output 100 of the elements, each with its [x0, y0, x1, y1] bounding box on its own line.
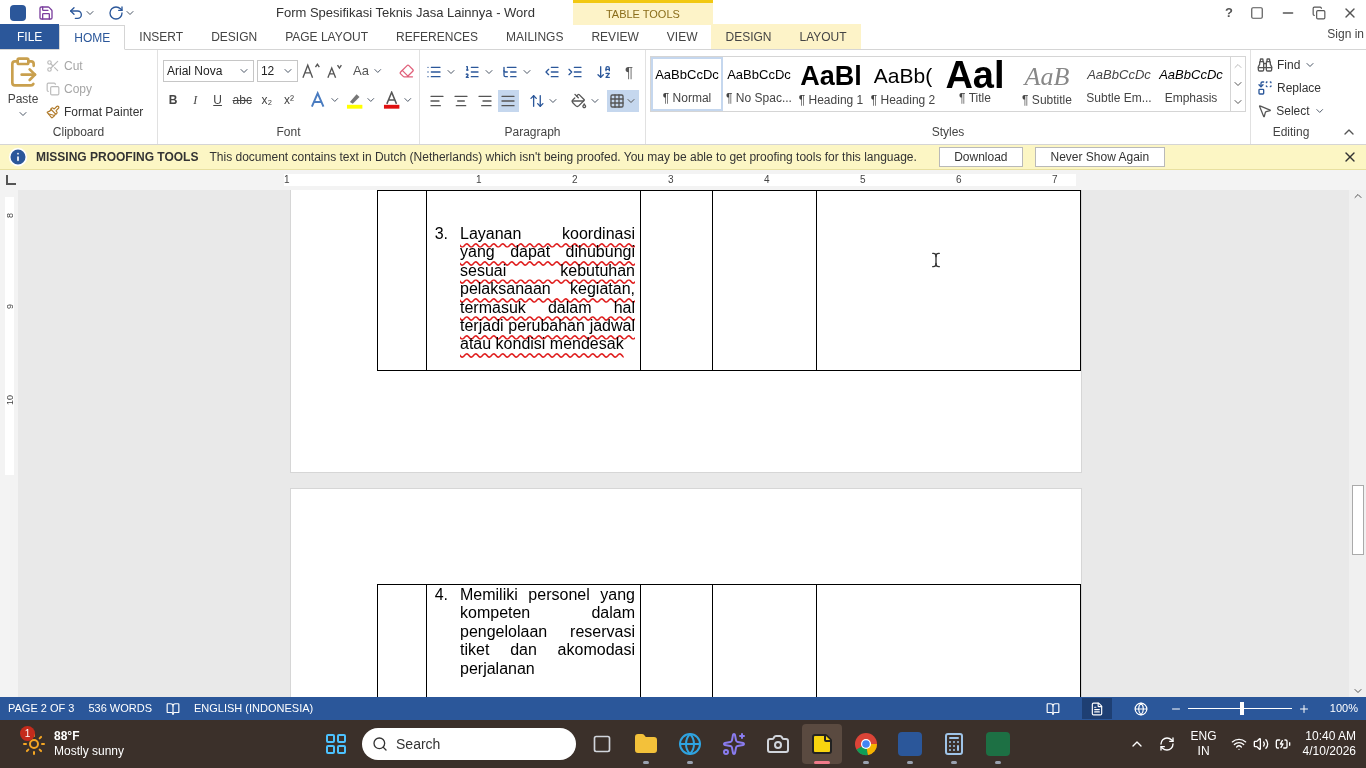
temperature[interactable]: 88°F [54, 729, 125, 744]
format-button[interactable]: x₂ [256, 91, 277, 109]
style-preview: AaBbCcDc [1087, 66, 1151, 85]
camera-icon [766, 732, 791, 756]
replace-icon [1257, 80, 1273, 96]
highlight-icon[interactable] [346, 91, 364, 109]
text-effects-icon[interactable] [309, 91, 327, 109]
zoom-slider-thumb[interactable] [1239, 702, 1244, 715]
format-painter-button[interactable]: Format Painter [64, 103, 144, 121]
proofing-icon[interactable] [166, 701, 180, 716]
style-preview: AaBl [800, 61, 862, 91]
find-button[interactable]: Find [1277, 56, 1301, 74]
ribbon-tab[interactable]: REFERENCES [382, 24, 493, 49]
message-text: This document contains text in Dutch (Netherlands) which isn't being proofed. You may be able to get proofing tools for this language. [209, 149, 917, 166]
copy-icon [46, 82, 60, 96]
select-button[interactable]: Select [1276, 102, 1310, 120]
format-button[interactable]: abc [229, 91, 255, 109]
page-count[interactable]: PAGE 2 OF 3 [8, 700, 75, 717]
restore-icon[interactable] [1312, 5, 1326, 20]
help-button[interactable]: ? [1214, 2, 1244, 23]
replace-button[interactable]: Replace [1277, 79, 1322, 97]
style-item[interactable]: AaBbCcDc ¶ No Spac... [723, 57, 795, 111]
ribbon-tab[interactable]: PAGE LAYOUT [271, 24, 383, 49]
word-count[interactable]: 536 WORDS [88, 700, 152, 717]
sync-icon[interactable] [1158, 736, 1175, 752]
message-button[interactable]: Download [938, 147, 1023, 167]
save-icon[interactable] [38, 4, 54, 21]
ribbon-display-icon[interactable] [1250, 5, 1264, 20]
ribbon-tab[interactable]: REVIEW [577, 24, 653, 49]
notification-badge: 1 [20, 726, 35, 741]
scrollbar-thumb[interactable] [1351, 485, 1364, 555]
tab-selector-icon[interactable] [6, 175, 16, 185]
ribbon-tab[interactable]: HOME [59, 25, 126, 50]
sort-icon[interactable] [596, 64, 612, 81]
change-case-button[interactable]: Aa [353, 61, 369, 81]
shrink-font-icon[interactable] [324, 62, 345, 80]
style-name: ¶ Heading 1 [798, 92, 864, 109]
format-button[interactable]: x² [279, 91, 300, 109]
style-item[interactable]: Aal ¶ Title [939, 57, 1011, 111]
borders-icon [609, 92, 625, 109]
font-color-icon[interactable] [383, 91, 401, 109]
style-item[interactable]: AaBbCcDc Subtle Em... [1083, 57, 1155, 111]
numbering-icon[interactable] [464, 64, 480, 81]
message-button[interactable]: Never Show Again [1034, 147, 1165, 167]
style-name: Subtle Em... [1086, 90, 1152, 107]
ribbon-tab[interactable]: LAYOUT [785, 24, 861, 49]
ribbon-tab[interactable]: FILE [0, 24, 60, 49]
shading-icon[interactable] [571, 92, 588, 109]
style-preview: Aal [945, 61, 1005, 89]
font-name-field[interactable]: Arial Nova [163, 60, 254, 82]
style-item[interactable]: AaBl ¶ Heading 1 [795, 57, 867, 111]
search-icon [372, 736, 389, 752]
redo-icon[interactable] [108, 4, 124, 21]
align-button[interactable] [497, 89, 520, 112]
task-view-icon [592, 734, 613, 754]
window-title: Form Spesifikasi Teknis Jasa Lainnya - Word [276, 3, 535, 22]
group-label: Editing [1271, 124, 1311, 141]
format-button[interactable]: U [207, 91, 228, 109]
ribbon-tab[interactable]: INSERT [125, 24, 198, 49]
sticky-note-icon [810, 732, 835, 756]
style-item[interactable]: AaBbCcDc ¶ Normal [651, 57, 723, 111]
line-spacing-icon[interactable] [529, 92, 546, 109]
weather-condition[interactable]: Mostly sunny [54, 744, 125, 759]
format-button[interactable]: B [163, 91, 184, 109]
zoom-in-icon[interactable] [1297, 702, 1310, 715]
grow-font-icon[interactable] [300, 62, 322, 80]
ruler-number: 2 [572, 174, 579, 186]
ribbon-tab[interactable]: DESIGN [711, 24, 786, 49]
clear-formatting-icon[interactable] [398, 63, 414, 79]
clock-time[interactable]: 10:40 AM [1305, 729, 1356, 744]
clock-date[interactable]: 4/10/2026 [1302, 744, 1356, 759]
show-formatting-button[interactable]: ¶ [625, 61, 634, 84]
running-indicator [951, 761, 958, 764]
style-name: ¶ Normal [662, 90, 712, 107]
undo-icon[interactable] [68, 4, 84, 21]
view-button[interactable] [1081, 698, 1112, 719]
language-status[interactable]: ENGLISH (INDONESIA) [194, 700, 314, 717]
volume-icon[interactable] [1252, 736, 1269, 752]
search-field[interactable]: Search [362, 728, 577, 760]
style-item[interactable]: AaBbCcDc Emphasis [1155, 57, 1227, 111]
taskbar-app[interactable] [802, 724, 843, 764]
font-size-field[interactable]: 12 [256, 60, 298, 82]
ribbon-tab[interactable]: DESIGN [197, 24, 272, 49]
start-icon[interactable] [324, 732, 349, 756]
ribbon-tab[interactable]: MAILINGS [492, 24, 578, 49]
input-language[interactable]: IN [1197, 744, 1210, 759]
style-item[interactable]: AaBb( ¶ Heading 2 [867, 57, 939, 111]
brush-icon [46, 105, 60, 119]
borders-button[interactable] [607, 89, 639, 112]
format-button[interactable]: I [185, 91, 206, 109]
zoom-level[interactable]: 100% [1329, 700, 1358, 717]
input-language[interactable]: ENG [1190, 729, 1217, 744]
ribbon-tab[interactable]: VIEW [652, 24, 712, 49]
paste-button[interactable]: Paste [7, 90, 39, 108]
sign-in-link[interactable]: Sign in [1327, 25, 1366, 49]
running-indicator [995, 761, 1002, 764]
ruler-number: 4 [764, 174, 771, 186]
style-item[interactable]: AaB ¶ Subtitle [1011, 57, 1083, 111]
wifi-icon[interactable] [1230, 736, 1247, 752]
battery-icon[interactable] [1274, 736, 1291, 752]
